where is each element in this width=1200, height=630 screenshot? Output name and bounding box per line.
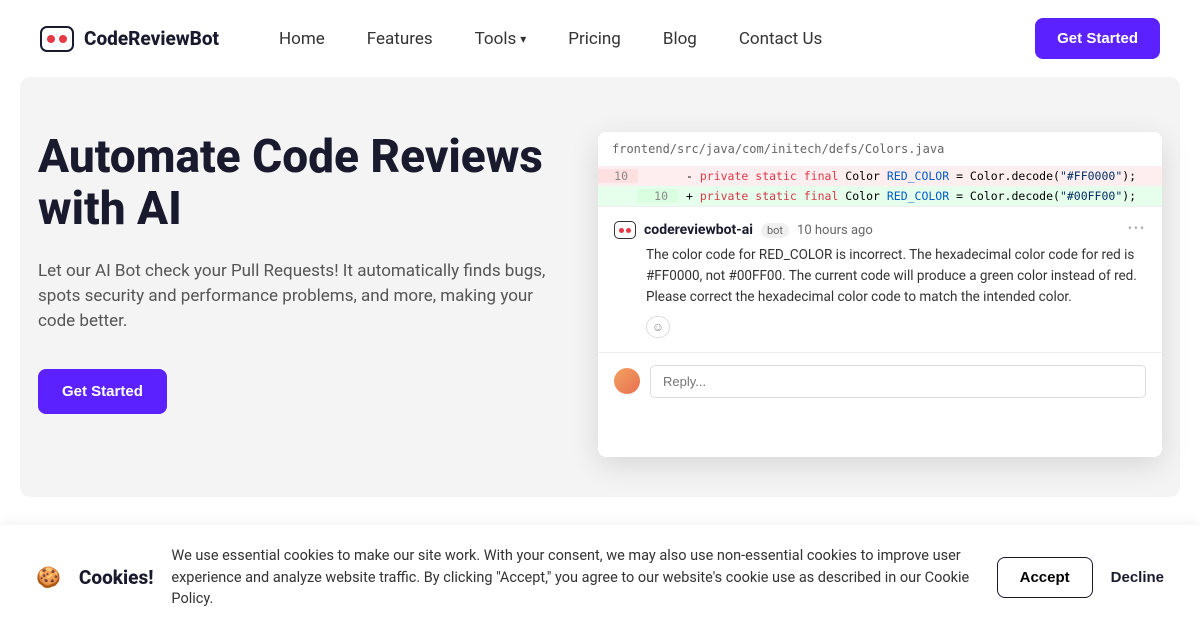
nav-tools-label: Tools [475,29,517,49]
nav-contact[interactable]: Contact Us [739,29,822,49]
reply-input[interactable] [650,365,1146,398]
reaction-button[interactable]: ☺ [646,316,670,338]
comment-header: codereviewbot-ai bot 10 hours ago [614,221,1146,239]
diff-code-removed: - private static final Color RED_COLOR =… [678,169,1136,183]
more-icon[interactable]: ••• [1128,221,1146,235]
file-path: frontend/src/java/com/initech/defs/Color… [598,132,1162,166]
hero-section: Automate Code Reviews with AI Let our AI… [20,77,1180,497]
diff-line-removed: 10 - private static final Color RED_COLO… [598,166,1162,186]
cookie-accept-button[interactable]: Accept [997,557,1093,598]
user-avatar[interactable] [614,368,640,394]
diff-code-added: + private static final Color RED_COLOR =… [678,189,1136,203]
logo[interactable]: CodeReviewBot [40,26,219,52]
nav-home[interactable]: Home [279,29,325,49]
main-nav: Home Features Tools ▾ Pricing Blog Conta… [279,29,995,49]
line-number-blank [598,189,638,203]
comment-timestamp: 10 hours ago [797,223,873,238]
cookie-text: We use essential cookies to make our sit… [171,545,978,610]
bot-badge: bot [761,223,789,238]
line-number-blank [638,169,678,183]
hero-description: Let our AI Bot check your Pull Requests!… [38,259,548,334]
bot-icon [40,26,74,52]
nav-blog[interactable]: Blog [663,29,697,49]
comment-section: ••• codereviewbot-ai bot 10 hours ago Th… [598,206,1162,352]
hero-content: Automate Code Reviews with AI Let our AI… [38,132,568,457]
bot-avatar-icon [614,221,636,239]
chevron-down-icon: ▾ [520,32,526,46]
cookie-banner: 🍪 Cookies! We use essential cookies to m… [0,525,1200,630]
brand-name: CodeReviewBot [84,27,219,50]
nav-tools[interactable]: Tools ▾ [475,29,527,49]
diff-line-added: 10 + private static final Color RED_COLO… [598,186,1162,206]
line-number-old: 10 [598,169,638,183]
hero-title: Automate Code Reviews with AI [38,132,568,235]
nav-features[interactable]: Features [367,29,433,49]
code-review-card: frontend/src/java/com/initech/defs/Color… [598,132,1162,457]
nav-pricing[interactable]: Pricing [568,29,621,49]
comment-author[interactable]: codereviewbot-ai [644,222,753,238]
header-cta-button[interactable]: Get Started [1035,18,1160,59]
comment-body: The color code for RED_COLOR is incorrec… [614,245,1146,308]
cookie-decline-button[interactable]: Decline [1111,569,1164,586]
reply-section [598,352,1162,410]
cookie-title: Cookies! [79,566,154,589]
line-number-new: 10 [638,189,678,203]
header: CodeReviewBot Home Features Tools ▾ Pric… [0,0,1200,77]
cookie-icon: 🍪 [36,565,61,589]
hero-cta-button[interactable]: Get Started [38,369,167,414]
